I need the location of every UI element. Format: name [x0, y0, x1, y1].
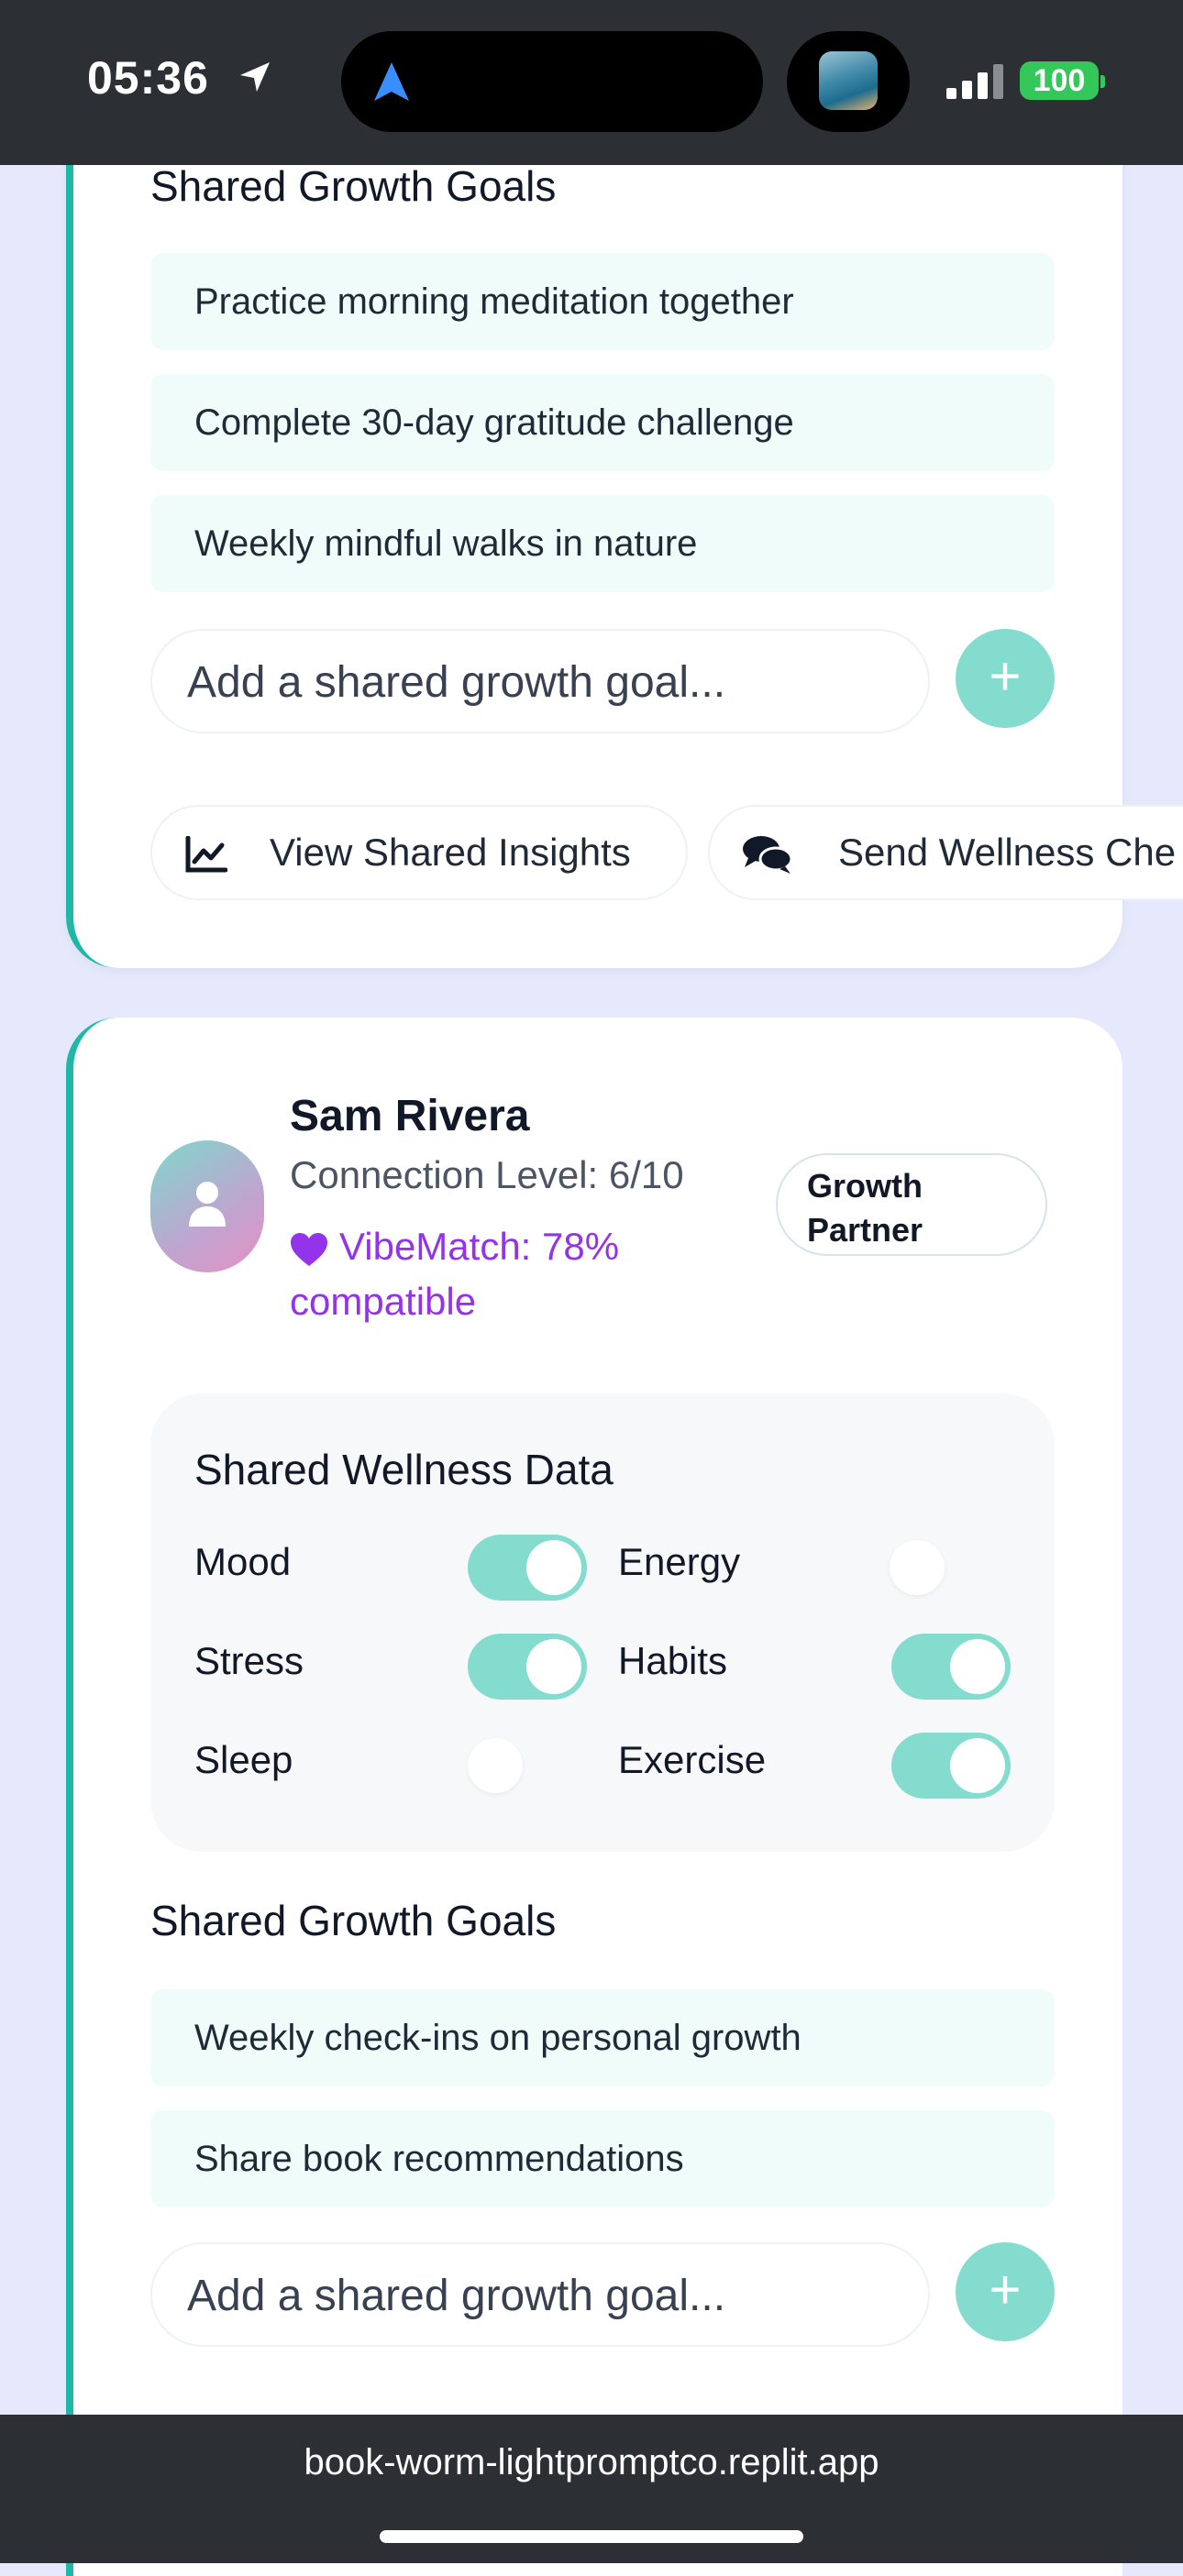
mood-toggle[interactable]	[468, 1535, 587, 1601]
exercise-toggle[interactable]	[891, 1733, 1011, 1799]
add-goal-input[interactable]: Add a shared growth goal...	[150, 2242, 930, 2347]
goal-item: Complete 30-day gratitude challenge	[150, 374, 1055, 471]
connection-card-2: Sam Rivera Connection Level: 6/10 VibeMa…	[66, 1018, 1122, 2576]
battery-tip	[1100, 75, 1105, 88]
chart-line-icon	[185, 836, 227, 873]
toggle-label-mood: Mood	[194, 1540, 292, 1583]
add-goal-input[interactable]: Add a shared growth goal...	[150, 629, 930, 733]
vibematch-score: VibeMatch: 78% compatible	[290, 1219, 675, 1329]
media-thumbnail	[819, 51, 878, 110]
add-goal-button[interactable]: +	[956, 2242, 1055, 2341]
view-insights-label: View Shared Insights	[270, 831, 631, 874]
clock: 05:36	[87, 52, 209, 104]
toggle-label-energy: Energy	[618, 1540, 741, 1583]
chat-bubbles-icon	[743, 836, 793, 874]
shared-goals-title: Shared Growth Goals	[150, 162, 557, 210]
browser-address-bar[interactable]: book-worm-lightpromptco.replit.app	[0, 2415, 1183, 2563]
battery-icon: 100	[1020, 61, 1099, 100]
shared-goals-title: Shared Growth Goals	[150, 1897, 557, 1944]
connection-card-1: Shared Growth Goals Practice morning med…	[66, 92, 1183, 968]
goal-item: Weekly check-ins on personal growth	[150, 1989, 1055, 2086]
connection-name: Sam Rivera	[290, 1092, 530, 1140]
toggle-label-sleep: Sleep	[194, 1738, 293, 1781]
goal-item: Practice morning meditation together	[150, 253, 1055, 350]
relationship-badge: Growth Partner	[776, 1153, 1047, 1256]
toggle-label-exercise: Exercise	[618, 1738, 767, 1781]
toggle-label-habits: Habits	[618, 1639, 728, 1682]
location-arrow-icon	[240, 62, 270, 92]
url-text[interactable]: book-worm-lightpromptco.replit.app	[0, 2442, 1183, 2483]
vibematch-label: VibeMatch: 78% compatible	[290, 1225, 620, 1323]
stress-toggle[interactable]	[468, 1634, 587, 1700]
connection-level: Connection Level: 6/10	[290, 1153, 684, 1196]
send-checkin-button[interactable]: Send Wellness Che	[708, 805, 1183, 900]
avatar	[150, 1140, 264, 1272]
status-bar: 05:36 100	[0, 0, 1183, 165]
home-indicator[interactable]	[380, 2530, 803, 2543]
toggle-label-stress: Stress	[194, 1639, 304, 1682]
energy-toggle[interactable]	[884, 1535, 1003, 1601]
goal-item: Weekly mindful walks in nature	[150, 495, 1055, 592]
navigation-icon	[374, 62, 409, 101]
add-goal-button[interactable]: +	[956, 629, 1055, 728]
wellness-title: Shared Wellness Data	[194, 1446, 614, 1493]
heart-icon	[291, 1232, 327, 1266]
goal-item: Share book recommendations	[150, 2110, 1055, 2207]
send-checkin-label: Send Wellness Che	[838, 831, 1177, 874]
cellular-signal-icon	[946, 64, 1003, 99]
view-insights-button[interactable]: View Shared Insights	[150, 805, 688, 900]
user-icon	[189, 1182, 226, 1227]
sleep-toggle[interactable]	[462, 1733, 581, 1799]
shared-wellness-panel: Shared Wellness Data Mood Energy Stress …	[150, 1393, 1055, 1852]
habits-toggle[interactable]	[891, 1634, 1011, 1700]
